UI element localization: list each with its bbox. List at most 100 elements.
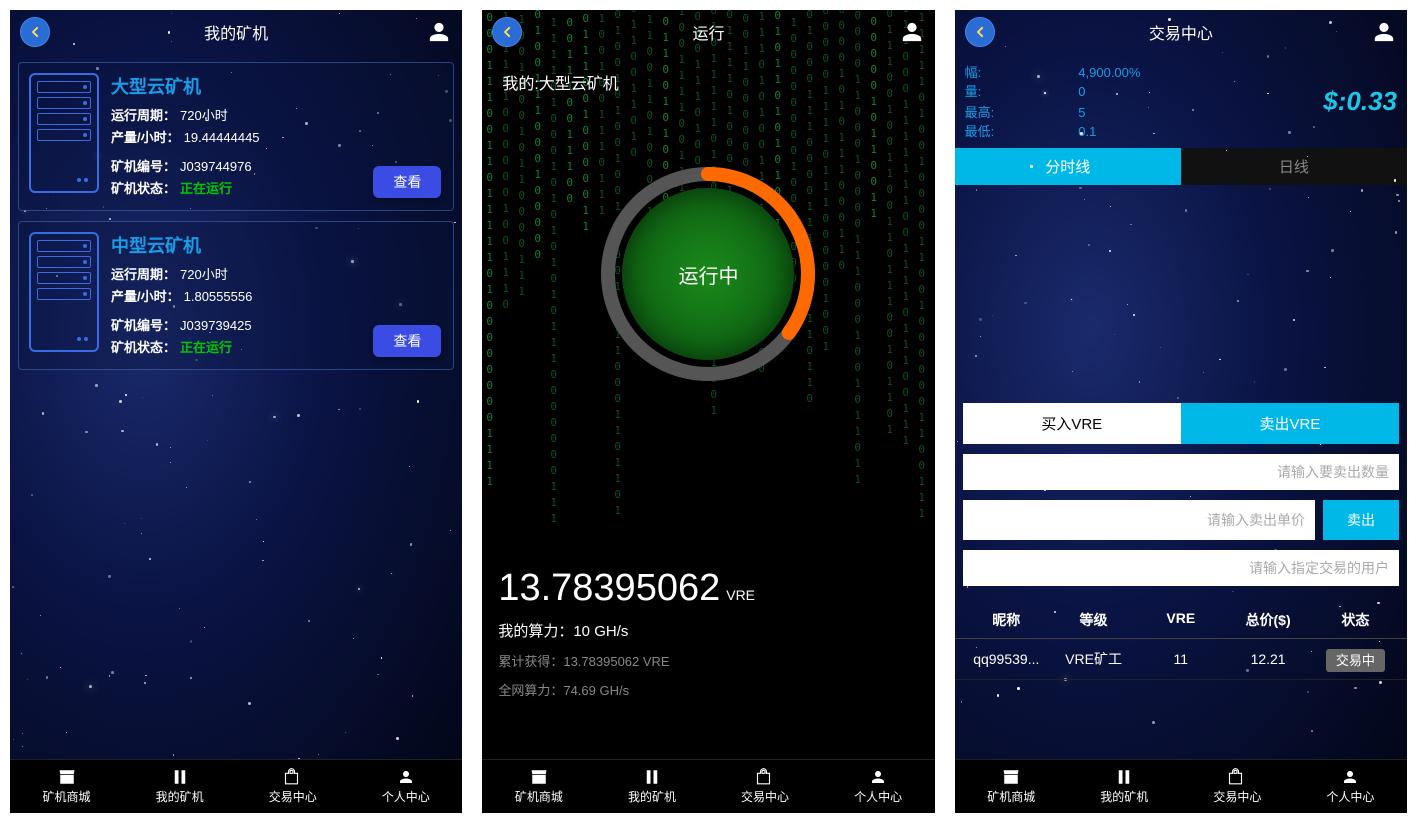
view-button[interactable]: 查看 <box>373 325 441 357</box>
phone-my-miners: 我的矿机 大型云矿机 运行周期：720小时 产量/小时：19.44444445 … <box>10 10 462 813</box>
sell-button[interactable]: 卖出VRE <box>1181 403 1399 444</box>
back-arrow-icon <box>499 24 515 40</box>
nav-my-miners[interactable]: 我的矿机 <box>123 760 236 813</box>
bottom-nav: 矿机商城 我的矿机 交易中心 个人中心 <box>955 759 1407 813</box>
status-label: 矿机状态： <box>111 340 176 355</box>
network-hashrate: 全网算力：74.69 GH/s <box>498 680 918 699</box>
volume: 量: 0 <box>965 81 1189 100</box>
page-title: 交易中心 <box>1149 20 1213 44</box>
person-icon <box>868 768 888 786</box>
yield-value: 1.80555556 <box>184 289 253 304</box>
trade-content: 买入VRE 卖出VRE 卖出 昵称 等级 VRE 总价($) 状态 qq9953… <box>955 185 1407 759</box>
user-icon[interactable] <box>901 21 923 43</box>
miner-name: 大型云矿机 <box>111 73 443 99</box>
col-vre: VRE <box>1137 610 1224 630</box>
status-label: 矿机状态： <box>111 181 176 196</box>
earned-amount: 13.78395062VRE <box>498 567 918 610</box>
bottom-nav: 矿机商城 我的矿机 交易中心 个人中心 <box>10 759 462 813</box>
col-status: 状态 <box>1312 610 1399 630</box>
id-value: J039739425 <box>180 318 252 333</box>
view-button[interactable]: 查看 <box>373 166 441 198</box>
status-value: 正在运行 <box>180 181 232 196</box>
back-button[interactable] <box>492 17 522 47</box>
my-miner-label: 我的:大型云矿机 <box>502 70 914 94</box>
bag-icon <box>755 768 775 786</box>
header: 交易中心 <box>955 10 1407 54</box>
cell-level: VRE矿工 <box>1050 649 1137 669</box>
id-label: 矿机编号： <box>111 159 176 174</box>
bottom-nav: 矿机商城 我的矿机 交易中心 个人中心 <box>482 759 934 813</box>
cycle-value: 720小时 <box>180 108 228 123</box>
cell-total: 12.21 <box>1224 651 1311 667</box>
target-user-input[interactable] <box>963 550 1399 586</box>
person-icon <box>396 768 416 786</box>
status-value: 正在运行 <box>180 340 232 355</box>
shop-icon <box>1001 768 1021 786</box>
server-icon <box>29 73 99 193</box>
progress-ring: 运行中 <box>588 154 828 394</box>
header: 运行 <box>482 10 934 54</box>
table-row[interactable]: qq99539... VRE矿工 11 12.21 交易中 <box>955 639 1407 680</box>
my-hashrate: 我的算力：10 GH/s <box>498 620 918 641</box>
high: 最高: 5 <box>965 102 1189 121</box>
miner-list: 大型云矿机 运行周期：720小时 产量/小时：19.44444445 矿机编号：… <box>10 54 462 759</box>
miner-card: 中型云矿机 运行周期：720小时 产量/小时：1.80555556 矿机编号：J… <box>18 221 454 370</box>
user-icon[interactable] <box>428 21 450 43</box>
chart-tabs: 分时线 日线 <box>955 148 1407 185</box>
bag-icon <box>283 768 303 786</box>
ring-center-label: 运行中 <box>622 188 794 360</box>
back-button[interactable] <box>965 17 995 47</box>
col-nick: 昵称 <box>963 610 1050 630</box>
cycle-label: 运行周期： <box>111 108 176 123</box>
id-value: J039744976 <box>180 159 252 174</box>
back-arrow-icon <box>27 24 43 40</box>
quantity-input[interactable] <box>963 454 1399 490</box>
cycle-value: 720小时 <box>180 267 228 282</box>
change: 幅: 4,900.00% <box>965 62 1189 81</box>
sell-submit-button[interactable]: 卖出 <box>1323 500 1399 540</box>
nav-profile[interactable]: 个人中心 <box>1294 760 1407 813</box>
nav-trade[interactable]: 交易中心 <box>236 760 349 813</box>
cell-nick: qq99539... <box>963 651 1050 667</box>
current-price: $:0.33 <box>1323 86 1397 117</box>
unit-price-input[interactable] <box>963 500 1315 540</box>
market-summary: 幅: 4,900.00%量: 0 最高: 5最低: 0.1 $:0.33 <box>955 54 1407 148</box>
stats-block: 13.78395062VRE 我的算力：10 GH/s 累计获得：13.7839… <box>498 567 918 699</box>
nav-my-miners[interactable]: 我的矿机 <box>1068 760 1181 813</box>
server-icon <box>29 232 99 352</box>
total-earned: 累计获得：13.78395062 VRE <box>498 651 918 670</box>
user-icon[interactable] <box>1373 21 1395 43</box>
id-label: 矿机编号： <box>111 318 176 333</box>
cell-status[interactable]: 交易中 <box>1326 649 1385 672</box>
chart-area <box>955 185 1407 395</box>
page-title: 运行 <box>692 20 724 44</box>
nav-profile[interactable]: 个人中心 <box>349 760 462 813</box>
progress-ring-wrap: 运行中 <box>498 154 918 394</box>
header: 我的矿机 <box>10 10 462 54</box>
nav-my-miners[interactable]: 我的矿机 <box>595 760 708 813</box>
nav-trade[interactable]: 交易中心 <box>708 760 821 813</box>
page-title: 我的矿机 <box>204 20 268 44</box>
running-content: 我的:大型云矿机 运行中 13.78395062VRE 我的算力：10 GH/s… <box>482 54 934 759</box>
nav-shop[interactable]: 矿机商城 <box>482 760 595 813</box>
miner-icon <box>170 768 190 786</box>
nav-shop[interactable]: 矿机商城 <box>955 760 1068 813</box>
trade-mode-buttons: 买入VRE 卖出VRE <box>963 403 1399 444</box>
miner-card: 大型云矿机 运行周期：720小时 产量/小时：19.44444445 矿机编号：… <box>18 62 454 211</box>
nav-profile[interactable]: 个人中心 <box>822 760 935 813</box>
yield-label: 产量/小时： <box>111 289 180 304</box>
shop-icon <box>529 768 549 786</box>
tab-timeline[interactable]: 分时线 <box>955 148 1181 185</box>
back-button[interactable] <box>20 17 50 47</box>
back-arrow-icon <box>972 24 988 40</box>
nav-shop[interactable]: 矿机商城 <box>10 760 123 813</box>
col-level: 等级 <box>1050 610 1137 630</box>
cell-vre: 11 <box>1137 651 1224 667</box>
orders-table-head: 昵称 等级 VRE 总价($) 状态 <box>955 596 1407 639</box>
nav-trade[interactable]: 交易中心 <box>1181 760 1294 813</box>
miner-icon <box>1114 768 1134 786</box>
miner-icon <box>642 768 662 786</box>
tab-daily[interactable]: 日线 <box>1181 148 1407 185</box>
phone-running: 0 0 1 0 0 0 0 1 1 1 0 0 1 1 0 1 1 1 1 1 … <box>482 10 934 813</box>
buy-button[interactable]: 买入VRE <box>963 403 1181 444</box>
